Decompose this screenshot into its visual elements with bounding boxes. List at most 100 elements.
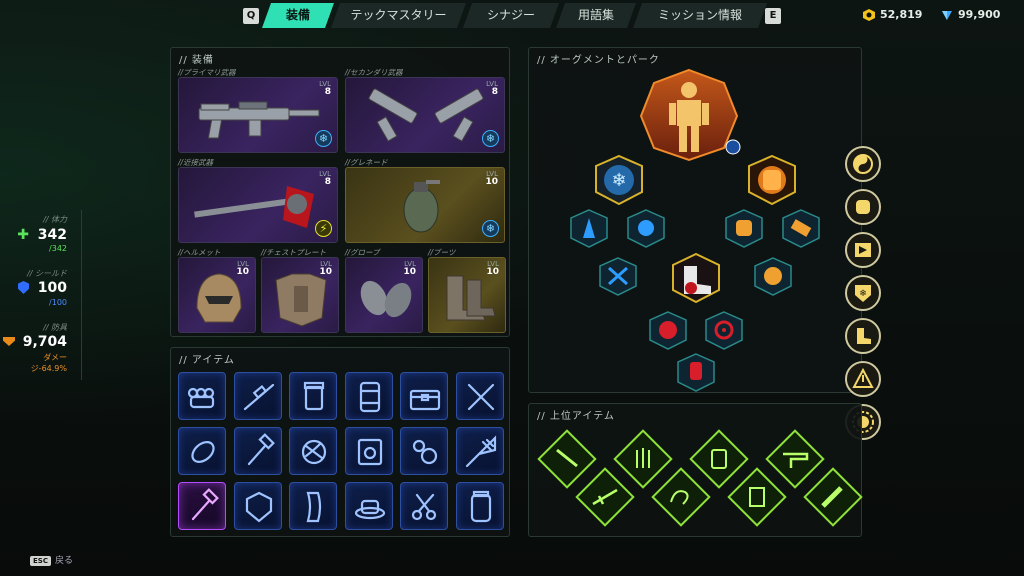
target-icon[interactable]	[705, 311, 743, 350]
rifle-icon[interactable]	[575, 467, 635, 527]
melee-axe-icon	[194, 186, 314, 228]
jar-icon[interactable]	[455, 482, 504, 530]
back-hint[interactable]: ESC 戻る	[30, 553, 73, 566]
e-key-hint[interactable]: E	[765, 8, 781, 24]
health-plus-icon: ✚	[17, 227, 29, 243]
chain-icon[interactable]	[400, 427, 448, 475]
svg-text:❄: ❄	[611, 170, 626, 191]
fist-small-icon[interactable]	[725, 209, 763, 248]
hand-bones-icon[interactable]	[613, 429, 673, 489]
boot-kick-icon[interactable]	[672, 252, 720, 304]
snowflake-badge-icon: ❄	[315, 130, 332, 147]
currency-credits: 52,819	[880, 8, 923, 21]
crossed-batons-icon[interactable]	[455, 372, 504, 420]
augment-tree: ❄	[570, 68, 820, 392]
ice-burst-icon[interactable]	[627, 209, 665, 248]
top-items-grid	[537, 429, 863, 527]
hand-cursor-icon[interactable]	[677, 353, 715, 392]
tab-synergy[interactable]: シナジー	[463, 3, 559, 28]
fist-icon[interactable]	[748, 154, 796, 206]
yarn-ball-icon[interactable]	[289, 427, 337, 475]
treasure-chest-icon[interactable]	[400, 372, 448, 420]
coffee-cup-icon[interactable]	[344, 482, 393, 530]
shield-label: // シールド	[27, 269, 67, 278]
pill-jar-icon[interactable]	[689, 429, 749, 489]
shatter-icon[interactable]	[599, 257, 637, 296]
grenade-slot[interactable]: LVL 10 ❄	[345, 167, 505, 243]
yin-yang-icon[interactable]	[845, 146, 881, 182]
armor-icon	[3, 337, 15, 346]
health-max: /342	[49, 244, 67, 253]
magazine-icon[interactable]	[289, 482, 337, 530]
knife-icon[interactable]	[537, 429, 597, 489]
armor-label: // 防具	[43, 323, 67, 332]
tab-equipment[interactable]: 装備	[262, 3, 334, 28]
flashlight-icon[interactable]	[803, 467, 863, 527]
snowflake-icon[interactable]: ❄	[595, 154, 643, 206]
pill-bottle-icon[interactable]	[289, 372, 337, 420]
punch-icon[interactable]	[845, 189, 881, 225]
secondary-weapon-slot[interactable]: LVL 8 ❄	[345, 77, 505, 153]
juice-box-icon[interactable]	[727, 467, 787, 527]
snowflake-badge-icon: ❄	[482, 130, 499, 147]
gloves-icon	[360, 280, 412, 318]
equipment-title: // 装備	[179, 55, 214, 66]
back-label: 戻る	[54, 556, 73, 566]
augments-panel: // オーグメントとパーク ❄	[528, 47, 862, 393]
rope-coil-icon[interactable]	[178, 427, 226, 475]
top-items-panel: // 上位アイテム	[528, 403, 863, 537]
hammer-icon[interactable]	[233, 427, 282, 475]
gloves-slot[interactable]: LVL 10	[345, 257, 423, 333]
helmet-slot[interactable]: LVL 10	[178, 257, 256, 333]
esc-key: ESC	[30, 556, 51, 566]
boots-icon	[446, 275, 496, 321]
pistol-icon[interactable]	[765, 429, 825, 489]
brass-knuckles-icon[interactable]	[178, 372, 226, 420]
hex-coin-icon	[863, 9, 875, 21]
boots-slot[interactable]: LVL 10	[428, 257, 506, 333]
top-bar: Q 装備 テックマスタリー シナジー 用語集 ミッション情報 E 52,819 …	[0, 0, 1024, 30]
helmet-icon	[196, 273, 242, 323]
small-hammer-icon[interactable]	[178, 482, 226, 530]
snowflake-shield-icon[interactable]: ❄	[845, 275, 881, 311]
canister-icon[interactable]	[344, 372, 393, 420]
svg-text:❄: ❄	[859, 289, 867, 299]
ice-crystal-icon[interactable]	[570, 209, 608, 248]
crystal-icon	[942, 11, 952, 20]
primary-weapon-slot[interactable]: LVL 8 ❄	[178, 77, 338, 153]
robot-armor-icon[interactable]	[639, 68, 741, 162]
shield-icon	[18, 281, 29, 294]
claw-icon[interactable]	[782, 209, 820, 248]
tab-glossary[interactable]: 用語集	[556, 3, 636, 28]
tab-mission-info[interactable]: ミッション情報	[633, 3, 767, 28]
melee-weapon-slot[interactable]: LVL 8 ⚡	[178, 167, 338, 243]
dual-pistols-icon	[368, 88, 484, 142]
cobra-icon[interactable]	[651, 467, 711, 527]
scissors-icon[interactable]	[400, 482, 448, 530]
items-title: // アイテム	[179, 355, 235, 366]
scope-rifle-icon[interactable]	[233, 372, 282, 420]
warning-icon[interactable]	[845, 361, 881, 397]
grenade-icon	[403, 180, 440, 233]
health-value: 342	[37, 227, 67, 243]
tab-tech-mastery[interactable]: テックマスタリー	[331, 3, 466, 28]
health-label: // 体力	[43, 215, 67, 224]
q-key-hint[interactable]: Q	[243, 8, 259, 24]
armor-value: 9,704	[22, 334, 67, 350]
demon-icon[interactable]	[649, 311, 687, 350]
muscle-icon[interactable]	[754, 257, 792, 296]
boot-icon[interactable]	[845, 318, 881, 354]
chestplate-slot[interactable]: LVL 10	[261, 257, 339, 333]
shield-value: 100	[37, 280, 67, 296]
flag-icon[interactable]	[845, 232, 881, 268]
lightning-badge-icon: ⚡	[315, 220, 332, 237]
biohazard-box-icon[interactable]	[344, 427, 393, 475]
shield-plate-icon[interactable]	[233, 482, 282, 530]
assault-rifle-icon	[198, 101, 320, 139]
armor-damage-value: ジ-64.9%	[30, 364, 67, 373]
equipment-panel: // 装備 //プライマリ武器 LVL 8 ❄ //セカンダリ武器 LVL 8 ❄ …	[170, 47, 510, 337]
snowflake-badge-icon: ❄	[482, 220, 499, 237]
net-icon[interactable]	[455, 427, 504, 475]
items-panel: // アイテム	[170, 347, 510, 537]
chestplate-icon	[275, 273, 327, 327]
